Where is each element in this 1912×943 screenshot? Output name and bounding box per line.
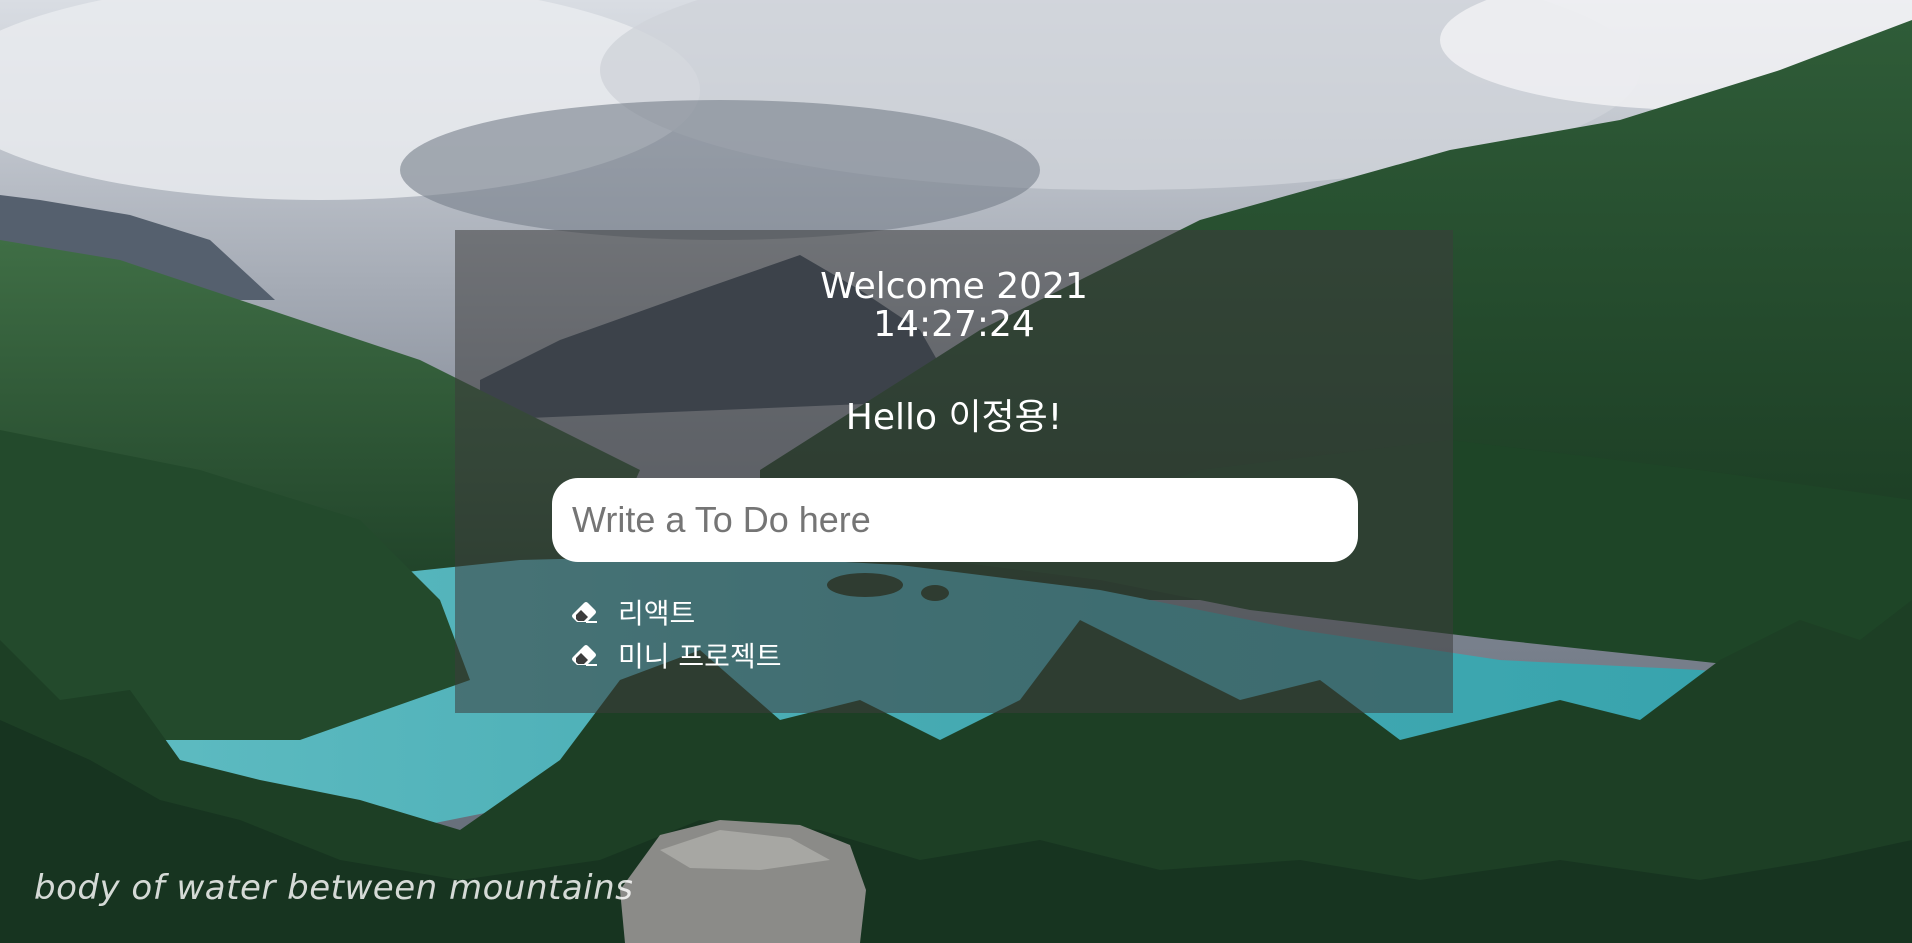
todo-input[interactable] [552, 478, 1358, 562]
todo-item: 미니 프로젝트 [570, 633, 781, 676]
greeting: Hello 이정용! [845, 397, 1063, 438]
eraser-icon[interactable] [570, 597, 600, 627]
eraser-icon[interactable] [570, 640, 600, 670]
todo-text: 리액트 [618, 596, 696, 630]
todo-item: 리액트 [570, 590, 781, 633]
welcome-title: Welcome 2021 [820, 266, 1088, 307]
todo-text: 미니 프로젝트 [618, 639, 782, 673]
main-panel: Welcome 2021 14:27:24 Hello 이정용! 리액트 [455, 230, 1453, 713]
clock: 14:27:24 [873, 304, 1035, 345]
todo-list: 리액트 미니 프로젝트 [570, 590, 781, 676]
background-caption: body of water between mountains [34, 868, 634, 908]
